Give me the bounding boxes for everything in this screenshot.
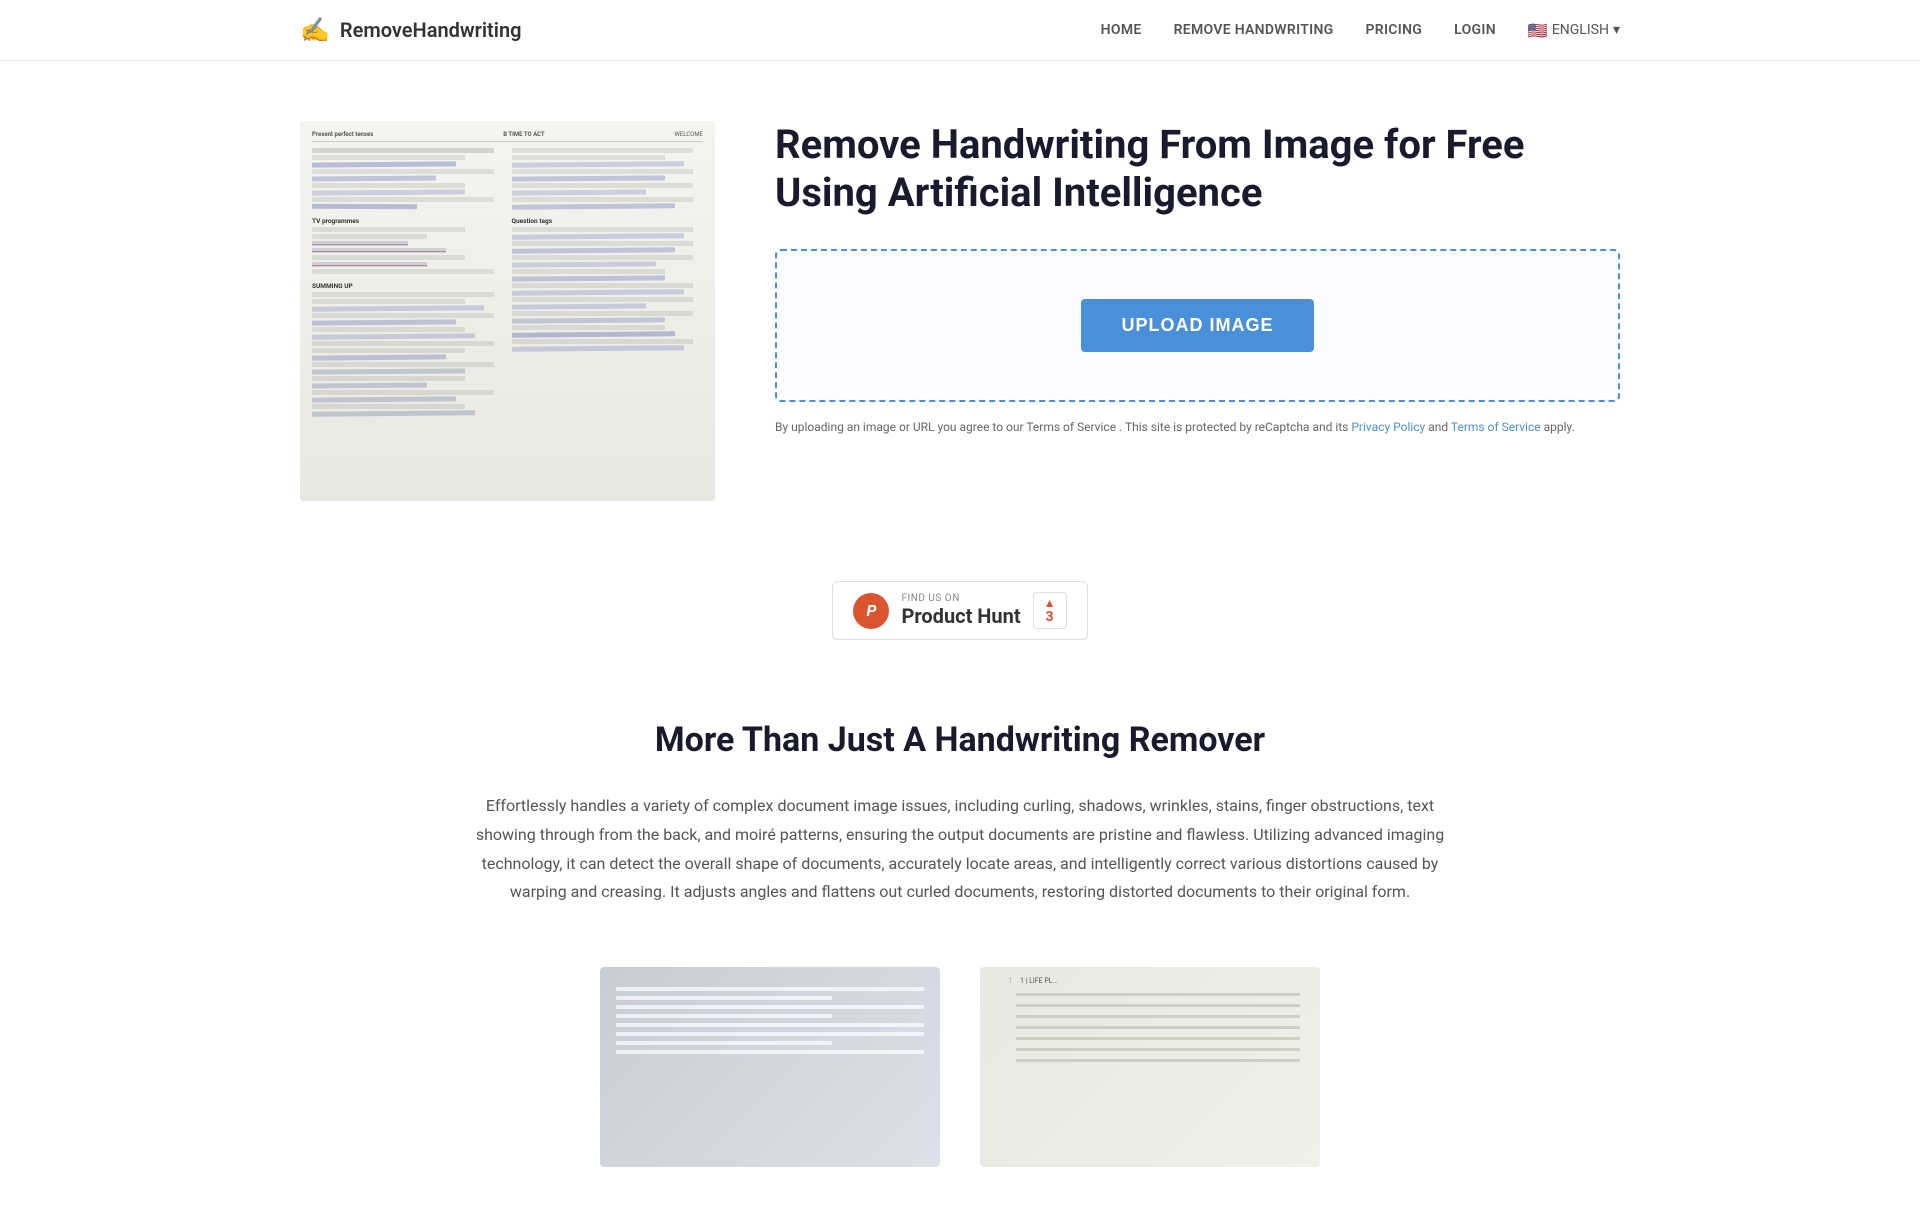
ruled-line bbox=[1000, 1026, 1300, 1029]
ruled-line bbox=[1000, 1059, 1300, 1062]
upload-area[interactable]: UPLOAD IMAGE bbox=[775, 249, 1620, 402]
privacy-policy-link[interactable]: Privacy Policy bbox=[1351, 420, 1425, 434]
bottom-image-right: 1 1 | LIFE PL... bbox=[980, 967, 1320, 1167]
more-description: Effortlessly handles a variety of comple… bbox=[460, 792, 1460, 907]
ruled-lines: 1 1 | LIFE PL... bbox=[1000, 977, 1300, 1062]
ph-upvote-box[interactable]: ▲ 3 bbox=[1033, 592, 1067, 629]
line-number: 1 bbox=[1000, 977, 1012, 985]
ws-tv-title: TV programmes bbox=[312, 217, 504, 225]
logo[interactable]: ✍️ RemoveHandwriting bbox=[300, 16, 522, 44]
text-line bbox=[1016, 1026, 1300, 1029]
ruled-line bbox=[1000, 1037, 1300, 1040]
ruled-line bbox=[1000, 1015, 1300, 1018]
doc-line bbox=[616, 987, 924, 991]
ruled-line: 1 1 | LIFE PL... bbox=[1000, 977, 1300, 985]
text-line bbox=[1016, 1015, 1300, 1018]
upvote-count: 3 bbox=[1046, 610, 1054, 624]
worksheet-body: TV programmes SUMMING UP bbox=[312, 148, 703, 418]
upload-button[interactable]: UPLOAD IMAGE bbox=[1081, 299, 1313, 352]
ws-tv-section: TV programmes SUMMING UP bbox=[312, 217, 504, 416]
logo-icon: ✍️ bbox=[300, 16, 330, 44]
text-line bbox=[1016, 1059, 1300, 1062]
hero-title: Remove Handwriting From Image for Free U… bbox=[775, 121, 1620, 217]
nav-home[interactable]: HOME bbox=[1101, 22, 1142, 38]
hero-right: Remove Handwriting From Image for Free U… bbox=[775, 121, 1620, 437]
doc-line bbox=[616, 1041, 832, 1045]
chevron-down-icon: ▾ bbox=[1613, 22, 1620, 38]
text-line bbox=[1016, 1048, 1300, 1051]
hero-image: Present perfect tenses B TIME TO ACT WEL… bbox=[300, 121, 715, 501]
product-hunt-badge[interactable]: P FIND US ON Product Hunt ▲ 3 bbox=[832, 581, 1087, 640]
text-line bbox=[1016, 1037, 1300, 1040]
ph-find-label: FIND US ON bbox=[901, 593, 1020, 604]
bottom-image-left bbox=[600, 967, 940, 1167]
logo-text: RemoveHandwriting bbox=[340, 18, 522, 42]
product-hunt-text: FIND US ON Product Hunt bbox=[901, 593, 1020, 628]
product-hunt-logo: P bbox=[853, 593, 889, 629]
ws-question-tags-title: Question tags bbox=[512, 217, 704, 225]
text-line bbox=[1016, 993, 1300, 996]
navbar: ✍️ RemoveHandwriting HOME REMOVE HANDWRI… bbox=[0, 0, 1920, 61]
ws-right-col: Question tags bbox=[512, 148, 704, 418]
upvote-arrow-icon: ▲ bbox=[1044, 597, 1056, 609]
nav-links: HOME REMOVE HANDWRITING PRICING LOGIN 🇺🇸… bbox=[1101, 21, 1620, 40]
terms-of-service-link[interactable]: Terms of Service bbox=[1451, 420, 1541, 434]
ruled-line bbox=[1000, 1048, 1300, 1051]
hero-image-container: Present perfect tenses B TIME TO ACT WEL… bbox=[300, 121, 715, 501]
nav-pricing[interactable]: PRICING bbox=[1366, 22, 1423, 38]
nav-login[interactable]: LOGIN bbox=[1454, 22, 1496, 38]
flag-icon: 🇺🇸 bbox=[1528, 21, 1548, 40]
doc-line bbox=[616, 1014, 832, 1018]
ph-name: Product Hunt bbox=[901, 604, 1020, 628]
ruled-line bbox=[1000, 1004, 1300, 1007]
ws-left-col: TV programmes SUMMING UP bbox=[312, 148, 504, 418]
doc-lines bbox=[616, 987, 924, 1054]
line-text: 1 | LIFE PL... bbox=[1020, 977, 1058, 985]
doc-line bbox=[616, 1050, 924, 1054]
bottom-images: 1 1 | LIFE PL... bbox=[300, 967, 1620, 1167]
text-line bbox=[1016, 1004, 1300, 1007]
ws-summing-title: SUMMING UP bbox=[312, 282, 504, 290]
hero-section: Present perfect tenses B TIME TO ACT WEL… bbox=[0, 61, 1920, 561]
doc-line bbox=[616, 996, 832, 1000]
ruled-line bbox=[1000, 993, 1300, 996]
doc-line bbox=[616, 1005, 924, 1009]
product-hunt-section: P FIND US ON Product Hunt ▲ 3 bbox=[0, 561, 1920, 680]
doc-line bbox=[616, 1023, 924, 1027]
doc-line bbox=[616, 1032, 924, 1036]
nav-remove-handwriting[interactable]: REMOVE HANDWRITING bbox=[1174, 22, 1334, 38]
more-title: More Than Just A Handwriting Remover bbox=[300, 720, 1620, 760]
language-label: ENGLISH bbox=[1552, 22, 1609, 38]
worksheet-header: Present perfect tenses B TIME TO ACT WEL… bbox=[312, 131, 703, 142]
terms-text: By uploading an image or URL you agree t… bbox=[775, 418, 1620, 437]
language-selector[interactable]: 🇺🇸 ENGLISH ▾ bbox=[1528, 21, 1620, 40]
worksheet-background: Present perfect tenses B TIME TO ACT WEL… bbox=[300, 121, 715, 501]
more-section: More Than Just A Handwriting Remover Eff… bbox=[0, 680, 1920, 1227]
